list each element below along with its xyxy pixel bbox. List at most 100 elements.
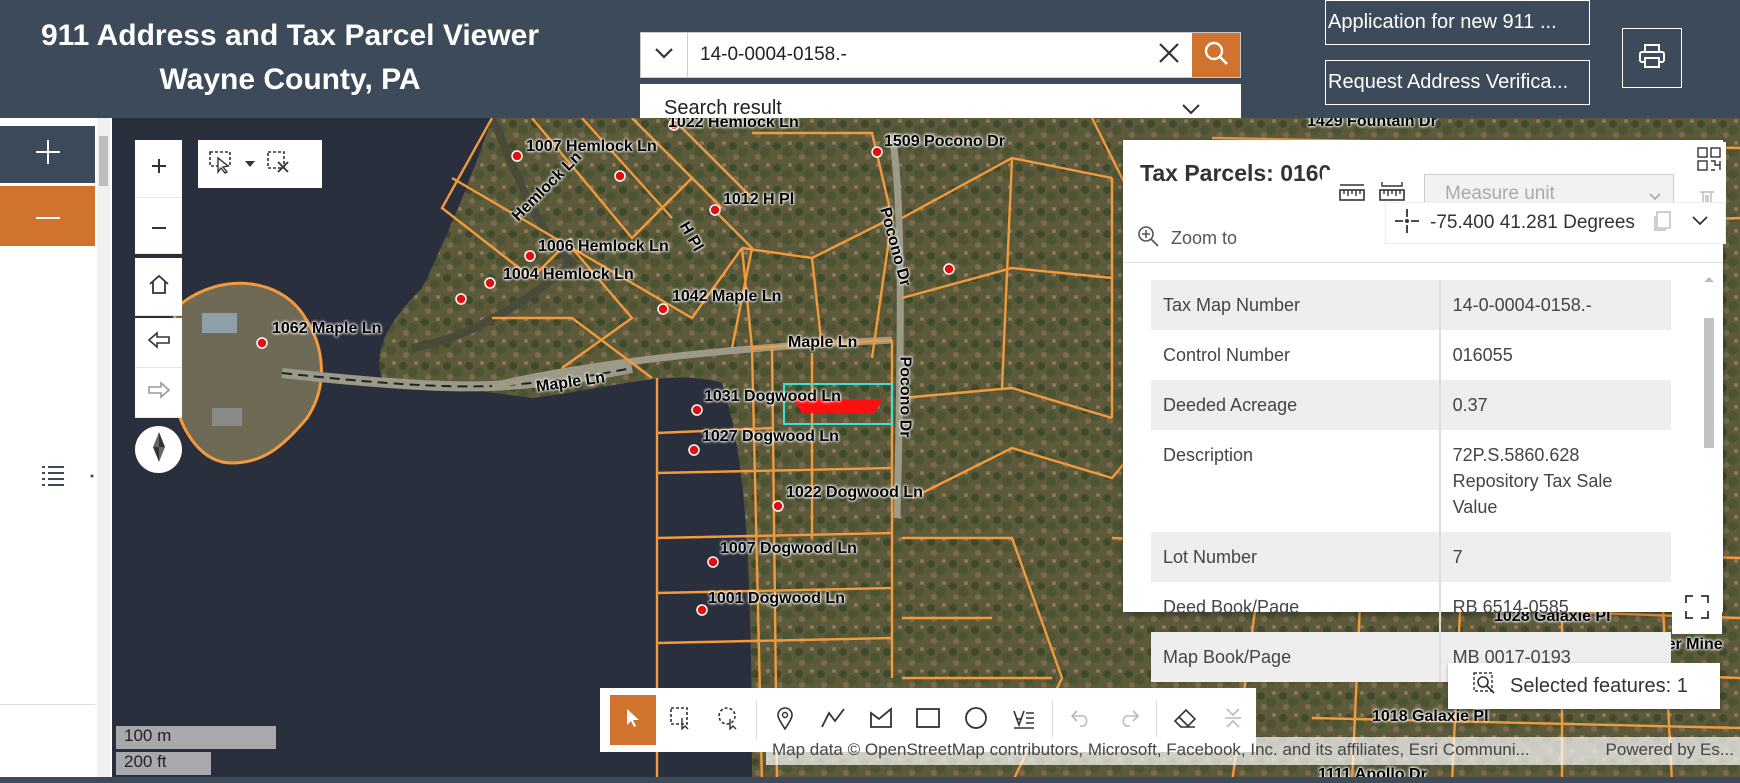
divider [1156, 700, 1158, 740]
info-panel-scrollbar[interactable] [1701, 268, 1717, 608]
next-extent-button[interactable] [135, 368, 182, 418]
info-panel-title: Tax Parcels: 0160 [1140, 160, 1332, 186]
map-label: Maple Ln [788, 334, 858, 351]
search-input[interactable] [688, 33, 1146, 77]
collapse-icon [1223, 707, 1243, 734]
left-panel [0, 118, 112, 783]
print-button[interactable] [1622, 28, 1682, 88]
attribute-key: Lot Number [1151, 532, 1441, 582]
clear-selection-icon[interactable] [266, 150, 290, 179]
expand-panel-button[interactable] [0, 126, 95, 183]
select-tool[interactable] [610, 695, 656, 745]
zoom-out-button[interactable] [135, 198, 182, 254]
powered-by-text[interactable]: Powered by Es... [1605, 740, 1734, 762]
arrow-right-icon [147, 381, 171, 404]
attribute-key: Deed Book/Page [1151, 582, 1441, 632]
fullscreen-button[interactable] [1672, 584, 1722, 634]
map-label: 1001 Dogwood Ln [708, 590, 845, 607]
attribution-text: Map data © OpenStreetMap contributors, M… [772, 740, 1530, 759]
selection-tools [198, 140, 322, 188]
chevron-down-icon[interactable] [1691, 214, 1709, 232]
polygon-icon [869, 706, 893, 734]
measure-unit-placeholder: Measure unit [1445, 183, 1555, 204]
attribute-value: 016055 [1452, 345, 1513, 365]
attribute-key: Description [1151, 430, 1441, 532]
scale-imperial: 200 ft [116, 752, 211, 775]
attribute-key: Tax Map Number [1151, 280, 1441, 330]
collapse-panel-button[interactable] [0, 186, 95, 246]
minus-icon [150, 217, 168, 235]
search-icon [1203, 40, 1229, 71]
table-row: Deed Book/Page RB 6514-0585 [1151, 582, 1671, 632]
table-row: Deeded Acreage 0.37 [1151, 380, 1671, 430]
cursor-icon [625, 708, 641, 733]
left-panel-scrollbar[interactable] [97, 118, 110, 783]
attribute-table: Tax Map Number 14-0-0004-0158.- Control N… [1151, 280, 1671, 682]
clear-search-button[interactable] [1146, 33, 1192, 77]
map-label: 1022 Hemlock Ln [668, 118, 799, 131]
zoom-to-label: Zoom to [1171, 228, 1238, 248]
plus-icon [35, 139, 61, 170]
redo-icon [1118, 709, 1140, 732]
rectangle-select-tool[interactable] [658, 695, 704, 745]
previous-extent-button[interactable] [135, 318, 182, 368]
legend-list-icon[interactable] [40, 463, 96, 494]
zoom-in-magnifier-icon [1137, 225, 1159, 252]
arrow-left-icon [147, 331, 171, 354]
attribute-key: Deeded Acreage [1151, 380, 1441, 430]
map-label: 1042 Maple Ln [672, 288, 782, 305]
map-label: 1509 Pocono Dr [884, 133, 1005, 150]
select-by-rectangle-icon[interactable] [208, 150, 234, 179]
rectangle-icon [915, 707, 941, 734]
app-title: 911 Address and Tax Parcel Viewer Wayne … [30, 14, 550, 102]
scale-bar: 100 m 200 ft [116, 726, 276, 778]
zoom-selection-icon [1472, 671, 1496, 701]
selected-features-button[interactable]: Selected features: 1 [1448, 663, 1720, 709]
printer-icon [1638, 43, 1666, 74]
coordinate-display: -75.400 41.281 Degrees [1385, 202, 1726, 244]
home-icon [148, 273, 170, 300]
map-label: 1031 Dogwood Ln [704, 388, 841, 405]
search-box [640, 32, 1241, 78]
map-label: 1006 Hemlock Ln [538, 238, 669, 255]
lasso-select-tool[interactable] [706, 695, 752, 745]
caret-down-icon[interactable] [244, 155, 256, 173]
crosshair-icon[interactable] [1394, 208, 1420, 239]
application-new-911-button[interactable]: Application for new 911 ... [1325, 0, 1590, 45]
circle-icon [964, 706, 988, 735]
map-label: Pocono Dr [896, 356, 914, 438]
bottom-strip [0, 777, 1740, 783]
map-label: 1012 H Pl [723, 191, 795, 208]
title-line-1: 911 Address and Tax Parcel Viewer [40, 19, 540, 52]
table-row: Description 72P.S.5860.628 Repository Tax… [1151, 430, 1671, 532]
table-row: Control Number 016055 [1151, 330, 1671, 380]
search-button[interactable] [1192, 33, 1240, 77]
copy-icon[interactable] [1653, 210, 1673, 237]
scale-metric: 100 m [116, 726, 276, 749]
close-icon [1158, 42, 1180, 69]
map-label: 1429 Fountain Dr [1307, 118, 1437, 130]
request-address-verification-button[interactable]: Request Address Verifica... [1325, 60, 1590, 105]
zoom-in-button[interactable] [135, 140, 182, 198]
selected-features-label: Selected features: 1 [1510, 674, 1688, 697]
lasso-icon [716, 706, 740, 735]
attribute-value: 72P.S.5860.628 Repository Tax Sale Value [1452, 445, 1613, 517]
attribute-key: Map Book/Page [1151, 632, 1441, 682]
qr-code-icon[interactable] [1692, 142, 1726, 181]
undo-icon [1070, 709, 1092, 732]
attribute-value: 14-0-0004-0158.- [1439, 280, 1671, 330]
measure-distance-icon[interactable] [1338, 182, 1366, 209]
chevron-down-icon [654, 46, 674, 64]
home-button[interactable] [135, 258, 182, 316]
zoom-to-button[interactable]: Zoom to [1137, 225, 1237, 252]
map-label: 1062 Maple Ln [272, 320, 382, 337]
attribute-key: Control Number [1151, 330, 1441, 380]
title-line-2: Wayne County, PA [159, 63, 421, 96]
map-label: 1004 Hemlock Ln [503, 266, 634, 283]
divider [0, 704, 95, 705]
search-scope-dropdown[interactable] [641, 33, 688, 77]
divider [1123, 262, 1723, 263]
map-label: 1007 Dogwood Ln [720, 540, 857, 557]
compass-button[interactable] [135, 426, 182, 473]
coordinate-text: -75.400 41.281 Degrees [1430, 212, 1635, 233]
